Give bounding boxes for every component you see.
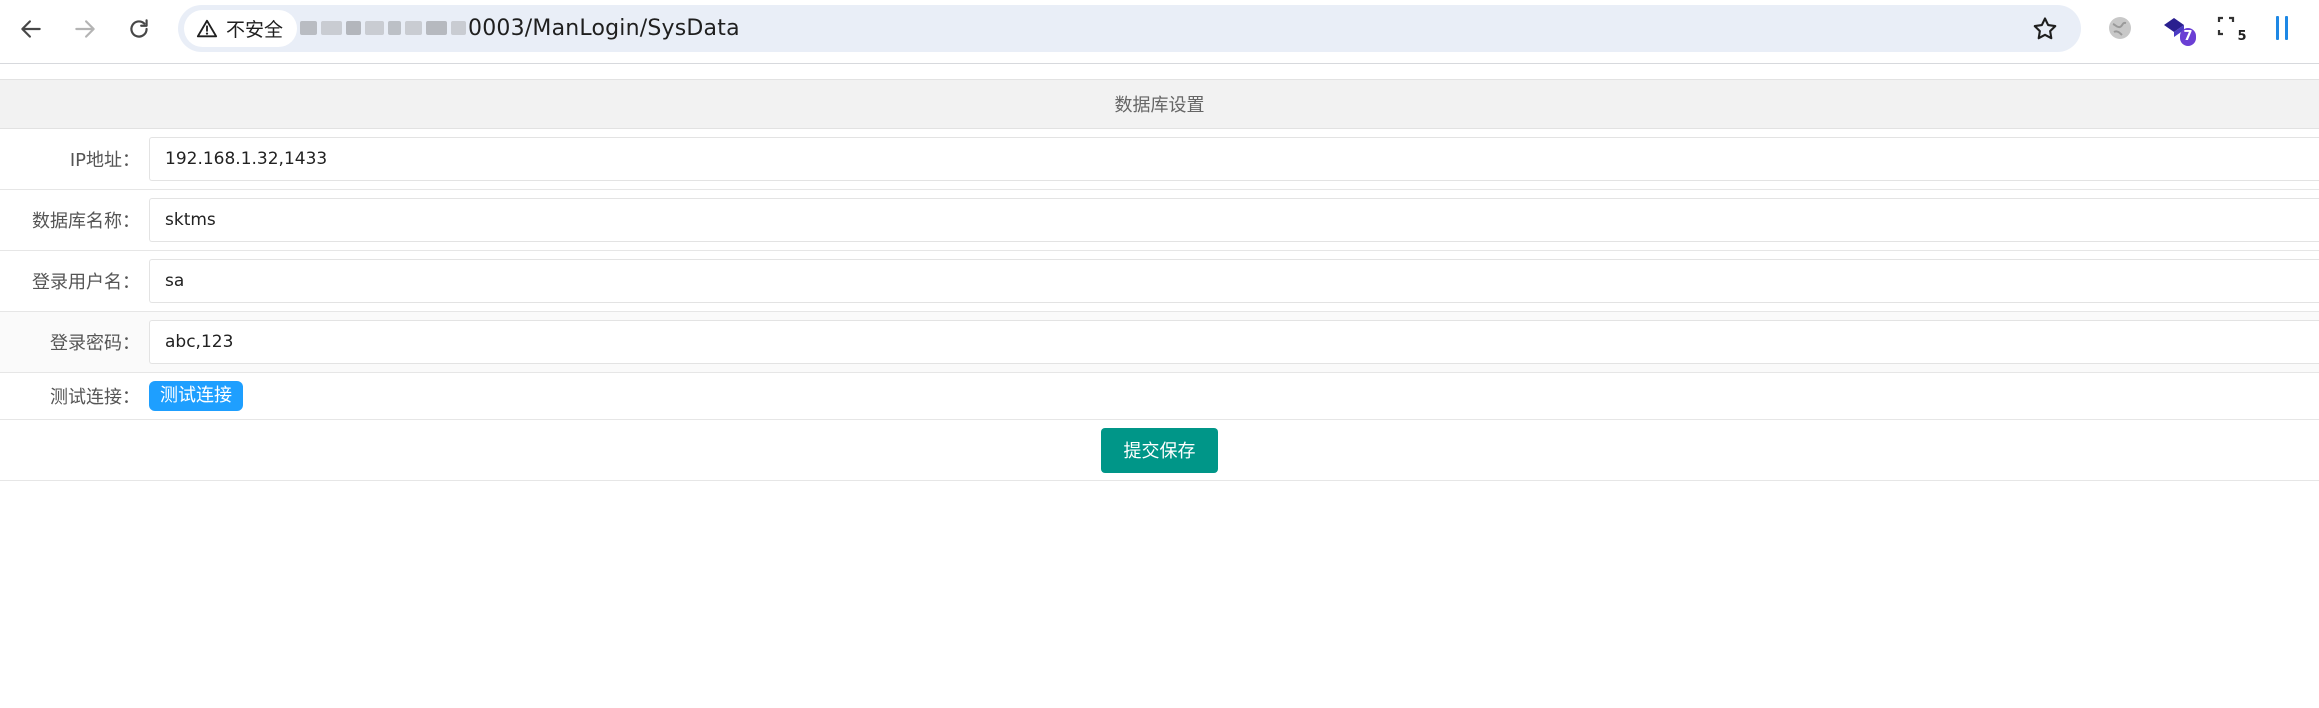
ip-address-field-box	[149, 137, 2319, 181]
address-bar[interactable]: 不安全 0003/ManLogin/SysData	[178, 5, 2081, 52]
bars-extension-icon	[2276, 16, 2288, 40]
url-text: 0003/ManLogin/SysData	[468, 16, 740, 41]
ip-address-label: IP地址：	[69, 150, 140, 171]
bookmark-star-icon[interactable]	[2031, 15, 2059, 43]
ip-address-input[interactable]	[150, 138, 2319, 180]
extension-badge: 7	[2180, 28, 2196, 46]
reload-button[interactable]	[119, 9, 159, 49]
extension-badge: 5	[2234, 28, 2250, 46]
extension-frame[interactable]: 5	[2214, 12, 2250, 46]
arrow-right-icon	[75, 20, 95, 38]
ip-address-row: IP地址：	[0, 129, 2319, 190]
back-button[interactable]	[11, 9, 51, 49]
database-name-field-box	[149, 198, 2319, 242]
login-username-field-box	[149, 259, 2319, 303]
extension-globe[interactable]	[2104, 12, 2136, 44]
login-password-row: 登录密码：	[0, 312, 2319, 373]
form-title: 数据库设置	[0, 79, 2319, 129]
test-connection-row: 测试连接： 测试连接	[0, 373, 2319, 420]
login-username-label: 登录用户名：	[32, 272, 140, 293]
login-password-input[interactable]	[150, 321, 2319, 363]
security-indicator[interactable]: 不安全	[184, 10, 298, 47]
database-settings-form: 数据库设置 IP地址： 数据库名称： 登录用户名： 登录密码： 测试连接： 测试…	[0, 79, 2319, 481]
submit-row: 提交保存	[0, 420, 2319, 481]
login-password-label: 登录密码：	[50, 333, 140, 354]
login-username-input[interactable]	[150, 260, 2319, 302]
url-redacted-host	[300, 18, 467, 38]
browser-toolbar: 不安全 0003/ManLogin/SysData 7 5	[0, 0, 2319, 56]
database-name-input[interactable]	[150, 199, 2319, 241]
globe-icon	[2109, 17, 2131, 39]
test-connection-button[interactable]: 测试连接	[149, 381, 243, 411]
test-connection-label: 测试连接：	[50, 387, 140, 408]
extension-bars[interactable]	[2268, 12, 2300, 44]
login-username-row: 登录用户名：	[0, 251, 2319, 312]
database-name-label: 数据库名称：	[32, 211, 140, 232]
login-password-field-box	[149, 320, 2319, 364]
forward-button[interactable]	[65, 9, 105, 49]
submit-save-button[interactable]: 提交保存	[1101, 427, 1218, 473]
security-label: 不安全	[226, 19, 284, 41]
database-name-row: 数据库名称：	[0, 190, 2319, 251]
extension-cube[interactable]: 7	[2160, 12, 2196, 46]
warning-icon	[196, 19, 218, 37]
toolbar-divider	[0, 63, 2319, 64]
reload-icon	[130, 19, 148, 38]
arrow-left-icon	[21, 20, 41, 38]
